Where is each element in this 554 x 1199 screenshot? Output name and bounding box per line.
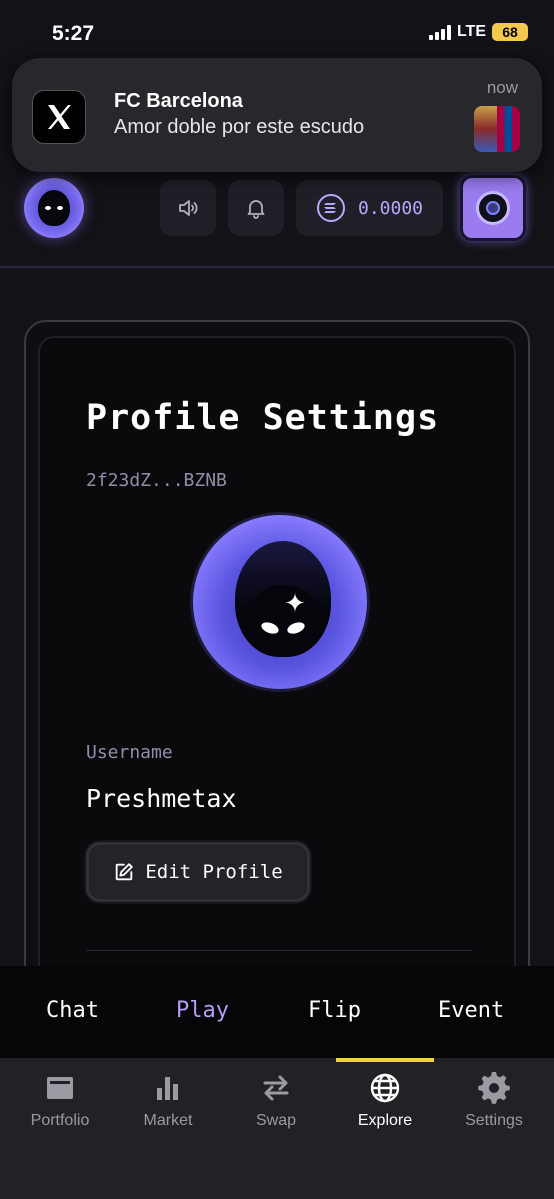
username-value: Preshmetax: [86, 784, 237, 813]
battery-icon: 68: [492, 23, 528, 41]
wallet-address: 2f23dZ...BZNB: [86, 470, 227, 491]
balance-button[interactable]: 0.0000: [296, 180, 443, 236]
header-divider: [0, 266, 554, 268]
tab-event[interactable]: Event: [438, 998, 504, 1023]
x-logo-icon: [32, 90, 86, 144]
network-type: LTE: [456, 23, 486, 40]
nav-label-portfolio: Portfolio: [30, 1112, 90, 1129]
status-indicators: LTE 68: [428, 23, 528, 41]
game-tab-bar: Chat Play Flip Event: [0, 966, 554, 1058]
camera-icon: [476, 191, 510, 225]
status-time: 5:27: [52, 22, 95, 45]
tab-flip[interactable]: Flip: [308, 998, 361, 1023]
edit-icon: [116, 863, 134, 881]
sparkle-icon: ✦: [284, 588, 306, 618]
profile-card: Profile Settings 2f23dZ...BZNB ✦ Usernam…: [24, 320, 530, 1022]
globe-icon: [370, 1073, 400, 1103]
bar-chart-icon: [157, 1077, 178, 1100]
profile-card-inner: Profile Settings 2f23dZ...BZNB ✦ Usernam…: [38, 336, 516, 1022]
hood-icon: [38, 190, 70, 226]
nav-label-settings: Settings: [465, 1112, 523, 1129]
camera-button[interactable]: [460, 175, 526, 241]
active-tab-indicator: [336, 1058, 434, 1062]
gear-icon: [478, 1072, 510, 1104]
notification-title: FC Barcelona: [114, 90, 243, 112]
nav-item-explore[interactable]: Explore: [331, 1072, 439, 1130]
nav-item-market[interactable]: Market: [114, 1072, 222, 1130]
profile-avatar[interactable]: ✦: [190, 512, 370, 692]
edit-profile-button[interactable]: Edit Profile: [86, 842, 310, 902]
tab-play[interactable]: Play: [176, 998, 229, 1023]
speaker-icon: [179, 200, 198, 216]
notifications-button[interactable]: [228, 180, 284, 236]
swap-icon: [263, 1075, 289, 1101]
notification-time: now: [486, 78, 518, 97]
nav-item-settings[interactable]: Settings: [440, 1072, 548, 1130]
notification-thumbnail: [474, 106, 520, 152]
tab-chat[interactable]: Chat: [46, 998, 99, 1023]
edit-profile-label: Edit Profile: [145, 861, 283, 883]
hooded-figure-icon: ✦: [235, 541, 331, 657]
sound-button[interactable]: [160, 180, 216, 236]
balance-value: 0.0000: [357, 197, 424, 219]
nav-item-swap[interactable]: Swap: [222, 1072, 330, 1130]
card-divider: [86, 950, 472, 951]
signal-icon: [428, 24, 451, 40]
nav-label-market: Market: [143, 1112, 193, 1129]
app-header: 0.0000: [0, 170, 554, 250]
wallet-icon: [47, 1077, 73, 1099]
username-label: Username: [86, 742, 173, 763]
solana-icon: [316, 194, 345, 222]
notification-body: Amor doble por este escudo: [114, 116, 365, 138]
bell-icon: [247, 200, 265, 219]
avatar[interactable]: [24, 178, 84, 238]
page-title: Profile Settings: [86, 398, 440, 438]
status-bar: 5:27 LTE 68: [0, 0, 554, 60]
notification-banner[interactable]: FC Barcelona Amor doble por este escudo …: [12, 58, 542, 172]
bottom-nav: Portfolio Market Swap Explore Settings: [0, 1058, 554, 1199]
nav-label-explore: Explore: [357, 1112, 413, 1129]
nav-item-portfolio[interactable]: Portfolio: [6, 1072, 114, 1130]
nav-label-swap: Swap: [255, 1112, 297, 1129]
